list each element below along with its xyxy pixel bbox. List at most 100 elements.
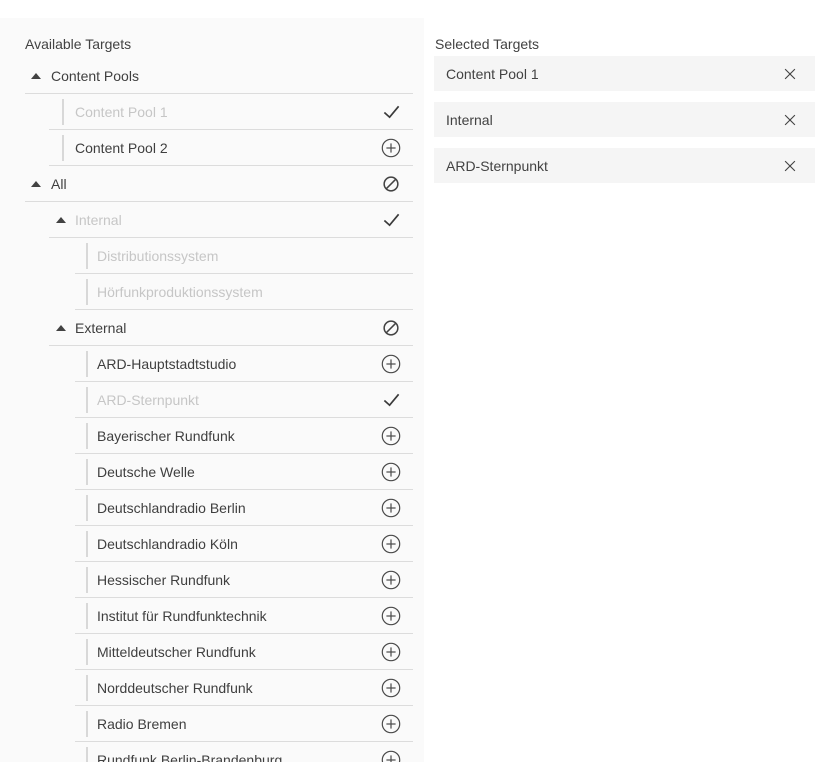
available-targets-tree: Content Pools Content Pool 1 Content Poo… <box>0 58 424 762</box>
tree-item-row: Internal <box>49 202 413 238</box>
tree-indent-line <box>86 243 88 269</box>
tree-indent-line <box>86 459 88 485</box>
tree-item-row: Hessischer Rundfunk <box>75 562 413 598</box>
add-target-icon[interactable] <box>381 642 401 662</box>
tree-item-label: Deutsche Welle <box>97 464 380 480</box>
selected-target-chip: Content Pool 1 <box>434 56 815 91</box>
remove-target-button[interactable] <box>782 158 798 174</box>
tree-item-label: Deutschlandradio Berlin <box>97 500 380 516</box>
tree-item-action[interactable] <box>380 497 402 519</box>
tree-item-row: Rundfunk Berlin-Brandenburg <box>75 742 413 762</box>
add-target-icon[interactable] <box>381 462 401 482</box>
tree-item-row: ARD-Sternpunkt <box>75 382 413 418</box>
remove-target-button[interactable] <box>782 112 798 128</box>
tree-item-action[interactable] <box>380 425 402 447</box>
add-target-icon[interactable] <box>381 570 401 590</box>
tree-item-row: All <box>25 166 413 202</box>
tree-item-action[interactable] <box>380 605 402 627</box>
selected-targets-title: Selected Targets <box>435 36 824 52</box>
tree-indent-line <box>86 531 88 557</box>
tree-item-action[interactable] <box>380 749 402 762</box>
tree-item-gutter <box>75 495 97 521</box>
tree-item-row: Radio Bremen <box>75 706 413 742</box>
tree-item-gutter <box>75 387 97 413</box>
tree-item-label: Hessischer Rundfunk <box>97 572 380 588</box>
tree-item-gutter <box>75 423 97 449</box>
tree-item-row: Content Pool 1 <box>49 94 413 130</box>
tree-item-label: Radio Bremen <box>97 716 380 732</box>
tree-item-label: Internal <box>75 212 380 228</box>
tree-item-row: Hörfunkproduktionssystem <box>75 274 413 310</box>
tree-item-row: Distributionssystem <box>75 238 413 274</box>
tree-item-gutter <box>75 711 97 737</box>
tree-item-action <box>380 173 402 195</box>
tree-item-action[interactable] <box>380 569 402 591</box>
tree-item-gutter <box>49 135 75 161</box>
tree-item-label: Mitteldeutscher Rundfunk <box>97 644 380 660</box>
tree-item-row: Bayerischer Rundfunk <box>75 418 413 454</box>
tree-item-gutter <box>25 181 51 187</box>
tree-item-action[interactable] <box>380 713 402 735</box>
selected-target-chip: Internal <box>434 102 815 137</box>
selected-target-chip: ARD-Sternpunkt <box>434 148 815 183</box>
selected-target-label: Internal <box>446 112 782 128</box>
collapse-arrow-icon[interactable] <box>56 217 66 223</box>
tree-item-action[interactable] <box>380 137 402 159</box>
tree-indent-line <box>86 567 88 593</box>
tree-item-action[interactable] <box>380 533 402 555</box>
tree-item-label: Institut für Rundfunktechnik <box>97 608 380 624</box>
add-target-icon[interactable] <box>381 138 401 158</box>
tree-indent-line <box>86 387 88 413</box>
tree-item-gutter <box>75 639 97 665</box>
tree-indent-line <box>62 135 64 161</box>
tree-item-label: Distributionssystem <box>97 248 380 264</box>
selected-check-icon <box>382 390 401 409</box>
tree-item-label: ARD-Hauptstadtstudio <box>97 356 380 372</box>
tree-indent-line <box>86 495 88 521</box>
tree-item-action <box>380 389 402 411</box>
add-target-icon[interactable] <box>381 606 401 626</box>
add-target-icon[interactable] <box>381 714 401 734</box>
tree-item-action[interactable] <box>380 353 402 375</box>
tree-indent-line <box>86 711 88 737</box>
tree-indent-line <box>86 279 88 305</box>
selected-targets-panel: Selected Targets Content Pool 1 Internal… <box>424 18 824 762</box>
add-target-icon[interactable] <box>381 750 401 762</box>
remove-target-button[interactable] <box>782 66 798 82</box>
add-target-icon[interactable] <box>381 678 401 698</box>
tree-item-action[interactable] <box>380 641 402 663</box>
available-targets-panel: Available Targets Content Pools Content … <box>0 18 424 762</box>
add-target-icon[interactable] <box>381 426 401 446</box>
tree-item-gutter <box>49 325 75 331</box>
collapse-arrow-icon[interactable] <box>56 325 66 331</box>
tree-item-gutter <box>75 351 97 377</box>
available-targets-title: Available Targets <box>25 36 424 52</box>
collapse-arrow-icon[interactable] <box>31 181 41 187</box>
tree-item-action <box>380 281 402 303</box>
tree-indent-line <box>86 351 88 377</box>
add-target-icon[interactable] <box>381 534 401 554</box>
tree-item-gutter <box>49 217 75 223</box>
selected-targets-list: Content Pool 1 Internal ARD-Sternpunkt <box>424 56 824 183</box>
tree-item-row: Content Pools <box>25 58 413 94</box>
blocked-icon <box>382 319 400 337</box>
tree-item-label: Hörfunkproduktionssystem <box>97 284 380 300</box>
tree-item-action <box>380 317 402 339</box>
tree-item-label: Content Pool 2 <box>75 140 380 156</box>
tree-indent-line <box>86 639 88 665</box>
tree-item-action <box>380 65 402 87</box>
tree-item-action[interactable] <box>380 677 402 699</box>
add-target-icon[interactable] <box>381 498 401 518</box>
tree-item-row: External <box>49 310 413 346</box>
tree-item-row: ARD-Hauptstadtstudio <box>75 346 413 382</box>
tree-indent-line <box>86 603 88 629</box>
tree-item-action <box>380 209 402 231</box>
selected-check-icon <box>382 102 401 121</box>
tree-item-label: Bayerischer Rundfunk <box>97 428 380 444</box>
tree-item-label: ARD-Sternpunkt <box>97 392 380 408</box>
add-target-icon[interactable] <box>381 354 401 374</box>
collapse-arrow-icon[interactable] <box>31 73 41 79</box>
tree-item-action[interactable] <box>380 461 402 483</box>
tree-item-label: Content Pools <box>51 68 380 84</box>
tree-item-label: Rundfunk Berlin-Brandenburg <box>97 752 380 762</box>
